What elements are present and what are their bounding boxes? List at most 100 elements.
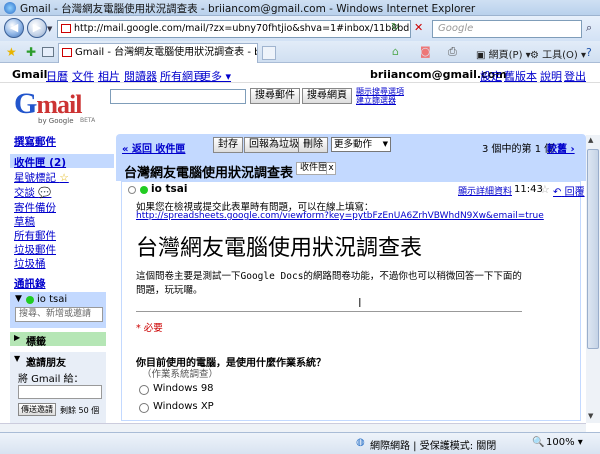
browser-tab[interactable]: Gmail - 台灣網友電腦使用狀況調查表 - briianco...	[58, 43, 258, 63]
new-tab-button[interactable]	[262, 46, 276, 60]
refresh-icon[interactable]: ↻	[391, 22, 399, 33]
form-description: 這個問卷主要是測試一下Google Docs的網路問卷功能，不過你也可以稍微回答…	[136, 271, 522, 296]
chat-username: io tsai	[37, 294, 68, 305]
help-link[interactable]: 說明	[540, 68, 562, 84]
zoom-icon[interactable]: 🔍	[532, 437, 544, 448]
star-icon: ☆	[59, 172, 69, 184]
horizontal-scrollbar[interactable]	[0, 423, 586, 432]
archive-button[interactable]: 封存	[213, 137, 243, 153]
page-scrollbar[interactable]: ▲ ▼	[586, 135, 600, 423]
search-mail-button[interactable]: 搜尋郵件	[250, 88, 300, 104]
feeds-icon[interactable]: ◙	[420, 45, 431, 58]
online-status-icon	[26, 296, 34, 304]
option-label-2: Windows XP	[153, 401, 214, 412]
window-titlebar: Gmail - 台灣網友電腦使用狀況調查表 - briiancom@gmail.…	[0, 0, 600, 16]
gmail-favicon-icon	[61, 24, 71, 33]
zoom-level[interactable]: 100% ▾	[546, 437, 583, 448]
forward-arrow-icon[interactable]: ▶	[27, 18, 47, 38]
scroll-down-icon[interactable]: ▼	[588, 412, 593, 420]
topnav-photos[interactable]: 相片	[98, 68, 120, 84]
chat-search-input[interactable]: 搜尋、新增或邀請	[15, 307, 103, 322]
history-dropdown-icon[interactable]: ▼	[47, 25, 52, 33]
page-menu[interactable]: ▣ 網頁(P) ▾	[476, 46, 531, 61]
home-icon[interactable]: ⌂	[392, 45, 399, 58]
nav-trash[interactable]: 垃圾桶	[14, 256, 46, 271]
message-time: 11:43	[514, 184, 543, 195]
reply-link[interactable]: ↶ 回覆	[553, 183, 585, 198]
form-title: 台灣網友電腦使用狀況調查表	[136, 236, 423, 261]
nav-drafts[interactable]: 草稿	[14, 214, 35, 229]
topnav-calendar[interactable]: 日曆	[46, 68, 68, 84]
tags-panel[interactable]: ▶ 標籤	[10, 332, 106, 348]
topnav-web[interactable]: 所有網頁	[160, 68, 204, 84]
gmail-top-bar: Gmail 日曆 文件 相片 閱讀器 所有網頁 更多 ▾ briiancom@g…	[0, 63, 600, 83]
invite-email-input[interactable]	[18, 385, 102, 399]
compose-link[interactable]: 撰寫郵件	[14, 134, 56, 149]
address-bar[interactable]: http://mail.google.com/mail/?zx=ubny70fh…	[57, 20, 411, 38]
tags-header: 標籤	[26, 337, 46, 348]
star-message-icon[interactable]: ☆	[540, 183, 550, 196]
more-actions-select[interactable]: 更多動作 ▼	[331, 137, 391, 152]
nav-contacts[interactable]: 通訊錄	[14, 276, 46, 291]
tags-expand-icon[interactable]: ▶	[14, 333, 20, 342]
search-magnifier-icon[interactable]: ⌕	[586, 21, 592, 35]
nav-chats[interactable]: 交談 💬	[14, 185, 51, 200]
window-title: Gmail - 台灣網友電腦使用狀況調查表 - briiancom@gmail.…	[20, 3, 476, 15]
remove-label-icon[interactable]: x	[326, 162, 336, 175]
option-radio-1[interactable]	[139, 385, 149, 395]
reply-arrow-icon: ↶	[553, 187, 562, 198]
topnav-docs[interactable]: 文件	[72, 68, 94, 84]
topnav-gmail: Gmail	[12, 68, 48, 81]
nav-inbox[interactable]: 收件匣 (2)	[14, 155, 66, 170]
question-subtitle: （作業系統調查）	[142, 369, 219, 380]
old-version-link[interactable]: 舊版本	[504, 68, 537, 84]
mail-search-input[interactable]	[110, 89, 246, 104]
topnav-more[interactable]: 更多 ▾	[200, 68, 231, 84]
invites-remaining: 剩餘 50 個	[60, 406, 100, 415]
text-cursor-icon: I	[358, 296, 362, 310]
print-icon[interactable]: ⎙	[448, 45, 457, 59]
help-icon[interactable]: ?	[586, 46, 592, 59]
tab-favicon-icon	[62, 48, 72, 57]
quick-tabs-icon[interactable]	[42, 47, 54, 57]
ie-logo-icon	[4, 2, 16, 14]
create-filter-link[interactable]: 建立篩選器	[356, 95, 396, 106]
scroll-up-icon[interactable]: ▲	[588, 136, 593, 144]
show-details-link[interactable]: 顯示詳細資料	[458, 184, 512, 197]
internet-zone-icon: ◍	[356, 437, 365, 448]
topnav-reader[interactable]: 閱讀器	[124, 68, 157, 84]
back-to-inbox-link[interactable]: « 返回 收件匣	[122, 140, 185, 155]
status-bar: ◍ 網際網路 | 受保護模式: 關閉 🔍 100% ▾	[0, 432, 600, 454]
favorites-star-icon[interactable]: ★	[6, 45, 17, 59]
nav-spam[interactable]: 垃圾郵件	[14, 242, 56, 257]
logo-beta: BETA	[80, 117, 96, 124]
send-invite-button[interactable]: 傳送邀請	[18, 403, 56, 416]
message-count: 3 個中的第 1 個	[482, 144, 555, 155]
form-url-link[interactable]: http://spreadsheets.google.com/viewform?…	[136, 211, 544, 221]
gmail-logo[interactable]: Gmail	[14, 87, 82, 121]
back-arrow-icon[interactable]: ◀	[4, 18, 24, 38]
older-link[interactable]: 較舊 ›	[547, 140, 575, 155]
settings-link[interactable]: 設定	[480, 68, 502, 84]
nav-all-mail[interactable]: 所有郵件	[14, 228, 56, 243]
scroll-thumb[interactable]	[587, 149, 599, 349]
select-message-icon[interactable]	[128, 186, 136, 194]
option-radio-2[interactable]	[139, 403, 149, 413]
tools-menu[interactable]: ⚙ 工具(O) ▾	[530, 46, 586, 61]
chat-collapse-icon[interactable]: ▼	[15, 294, 22, 304]
zone-status: 網際網路 | 受保護模式: 關閉	[370, 441, 497, 452]
nav-starred[interactable]: 星號標記 ☆	[14, 170, 69, 185]
invite-collapse-icon[interactable]: ▼	[14, 354, 20, 363]
stop-icon[interactable]: ✕	[414, 21, 423, 34]
logo-byline: by Google	[38, 117, 74, 125]
nav-sent[interactable]: 寄件備份	[14, 200, 56, 215]
form-divider	[136, 311, 522, 312]
browser-search-input[interactable]: Google	[432, 20, 582, 38]
invite-prompt: 將 Gmail 給：	[18, 374, 84, 385]
delete-button[interactable]: 刪除	[298, 137, 328, 153]
signout-link[interactable]: 登出	[564, 68, 586, 84]
search-web-button[interactable]: 搜尋網頁	[302, 88, 352, 104]
option-label-1: Windows 98	[153, 383, 214, 394]
address-url: http://mail.google.com/mail/?zx=ubny70fh…	[74, 23, 410, 34]
add-favorite-icon[interactable]: ✚	[26, 45, 36, 59]
